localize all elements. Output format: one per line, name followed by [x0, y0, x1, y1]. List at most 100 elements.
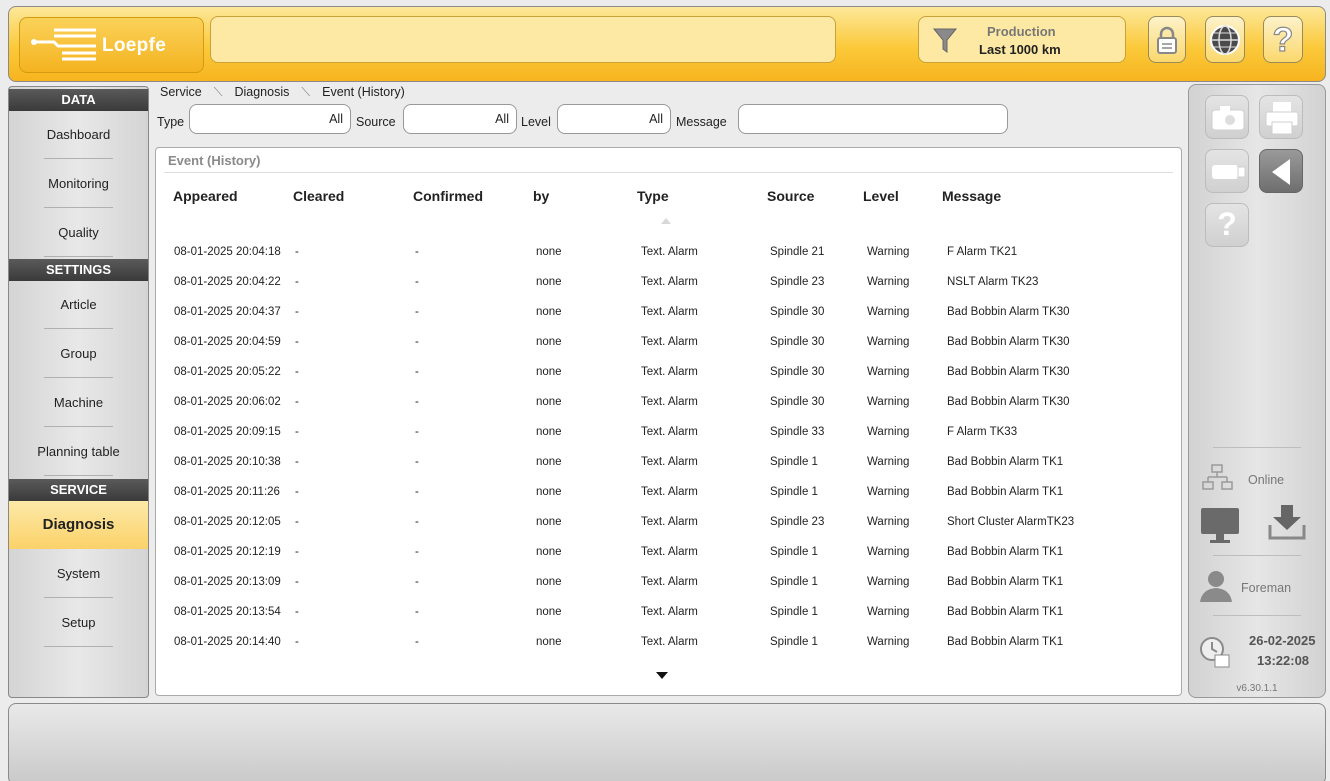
type-filter-select[interactable]: All — [189, 104, 351, 134]
sidebar-item-machine[interactable]: Machine — [9, 379, 148, 427]
cell-by: none — [536, 276, 562, 288]
table-row[interactable]: 08-01-2025 20:11:26 - - none Text. Alarm Spin… — [156, 477, 1181, 507]
cell-type: Text. Alarm — [641, 246, 698, 258]
table-row[interactable]: 08-01-2025 20:04:18 - - none Text. Alarm Spin… — [156, 237, 1181, 267]
table-row[interactable]: 08-01-2025 20:06:02 - - none Text. Alarm Spin… — [156, 387, 1181, 417]
cell-level: Warning — [867, 516, 910, 528]
loepfe-logo: Loepfe — [19, 17, 204, 73]
cell-level: Warning — [867, 456, 910, 468]
table-row[interactable]: 08-01-2025 20:04:59 - - none Text. Alarm Spin… — [156, 327, 1181, 357]
level-filter-select[interactable]: All — [557, 104, 671, 134]
table-row[interactable]: 08-01-2025 20:09:15 - - none Text. Alarm Spin… — [156, 417, 1181, 447]
sidebar-item-diagnosis[interactable]: Diagnosis — [9, 501, 148, 549]
table-row[interactable]: 08-01-2025 20:12:19 - - none Text. Alarm Spin… — [156, 537, 1181, 567]
column-header-confirmed[interactable]: Confirmed — [413, 188, 483, 204]
cell-appeared: 08-01-2025 20:11:26 — [174, 486, 280, 498]
column-header-message[interactable]: Message — [942, 188, 1001, 204]
panel-title: Event (History) — [168, 153, 261, 168]
table-row[interactable]: 08-01-2025 20:04:37 - - none Text. Alarm Spin… — [156, 297, 1181, 327]
sidebar-item-group[interactable]: Group — [9, 330, 148, 378]
cell-by: none — [536, 606, 562, 618]
cell-message: Bad Bobbin Alarm TK1 — [947, 456, 1064, 468]
table-row[interactable]: 08-01-2025 20:05:22 - - none Text. Alarm Spin… — [156, 357, 1181, 387]
column-header-source[interactable]: Source — [767, 188, 814, 204]
sidebar-item-article[interactable]: Article — [9, 281, 148, 329]
cell-by: none — [536, 636, 562, 648]
sidebar-item-dashboard[interactable]: Dashboard — [9, 111, 148, 159]
context-help-button[interactable]: ? — [1205, 203, 1249, 247]
camera-icon — [1211, 106, 1245, 131]
cell-appeared: 08-01-2025 20:04:18 — [174, 246, 281, 258]
screenshot-button[interactable] — [1205, 95, 1249, 139]
cell-level: Warning — [867, 306, 910, 318]
cell-type: Text. Alarm — [641, 426, 698, 438]
cell-type: Text. Alarm — [641, 516, 698, 528]
table-row[interactable]: 08-01-2025 20:14:40 - - none Text. Alarm Spin… — [156, 627, 1181, 657]
status-message-field — [210, 16, 836, 63]
panel-divider — [1213, 555, 1301, 556]
current-time: 13:22:08 — [1257, 653, 1310, 668]
table-row[interactable]: 08-01-2025 20:12:05 - - none Text. Alarm Spin… — [156, 507, 1181, 537]
cell-type: Text. Alarm — [641, 576, 698, 588]
monitor-icon[interactable] — [1199, 505, 1241, 545]
cell-confirmed: - — [415, 306, 419, 318]
breadcrumb-diagnosis[interactable]: Diagnosis — [234, 85, 289, 100]
clock-calendar-icon — [1200, 637, 1230, 668]
sidebar-item-planning-table[interactable]: Planning table — [9, 428, 148, 476]
language-button[interactable] — [1205, 16, 1245, 63]
cell-by: none — [536, 306, 562, 318]
table-row[interactable]: 08-01-2025 20:04:22 - - none Text. Alarm Spin… — [156, 267, 1181, 297]
scroll-down-icon[interactable] — [656, 672, 668, 679]
column-header-cleared[interactable]: Cleared — [293, 188, 344, 204]
column-header-level[interactable]: Level — [863, 188, 899, 204]
table-row[interactable]: 08-01-2025 20:10:38 - - none Text. Alarm Spin… — [156, 447, 1181, 477]
sidebar-item-monitoring[interactable]: Monitoring — [9, 160, 148, 208]
column-header-by[interactable]: by — [533, 188, 549, 204]
user-role[interactable]: Foreman — [1241, 581, 1291, 595]
cell-source: Spindle 1 — [770, 636, 818, 648]
cell-level: Warning — [867, 336, 910, 348]
sidebar-item-quality[interactable]: Quality — [9, 209, 148, 257]
table-row[interactable]: 08-01-2025 20:13:09 - - none Text. Alarm Spin… — [156, 567, 1181, 597]
cell-confirmed: - — [415, 516, 419, 528]
nav-section-data: DATA — [9, 89, 148, 111]
cell-appeared: 08-01-2025 20:10:38 — [174, 456, 281, 468]
lock-button[interactable] — [1148, 16, 1186, 63]
cell-message: Bad Bobbin Alarm TK30 — [947, 306, 1070, 318]
cell-source: Spindle 21 — [770, 246, 825, 258]
help-button[interactable]: ? — [1263, 16, 1303, 63]
sidebar-item-setup[interactable]: Setup — [9, 599, 148, 647]
cell-level: Warning — [867, 606, 910, 618]
sidebar-item-system[interactable]: System — [9, 550, 148, 598]
production-filter-button[interactable]: Production Last 1000 km — [918, 16, 1126, 63]
cell-appeared: 08-01-2025 20:05:22 — [174, 366, 281, 378]
cell-appeared: 08-01-2025 20:06:02 — [174, 396, 281, 408]
column-header-type[interactable]: Type — [637, 188, 669, 204]
cell-type: Text. Alarm — [641, 396, 698, 408]
print-button[interactable] — [1259, 95, 1303, 139]
cell-source: Spindle 1 — [770, 486, 818, 498]
footer-bar — [8, 703, 1326, 781]
cell-source: Spindle 30 — [770, 336, 825, 348]
breadcrumb-service[interactable]: Service — [160, 85, 202, 100]
cell-type: Text. Alarm — [641, 276, 698, 288]
column-header-appeared[interactable]: Appeared — [173, 188, 238, 204]
cell-by: none — [536, 396, 562, 408]
cell-cleared: - — [295, 366, 299, 378]
cell-message: Bad Bobbin Alarm TK1 — [947, 486, 1064, 498]
back-button[interactable] — [1259, 149, 1303, 193]
cell-confirmed: - — [415, 396, 419, 408]
usb-export-button[interactable] — [1205, 149, 1249, 193]
cell-message: Bad Bobbin Alarm TK1 — [947, 546, 1064, 558]
message-filter-input[interactable] — [738, 104, 1008, 134]
printer-icon — [1265, 102, 1299, 135]
download-icon[interactable] — [1267, 503, 1307, 541]
usb-icon — [1212, 165, 1246, 179]
source-filter-select[interactable]: All — [403, 104, 517, 134]
source-filter-label: Source — [356, 115, 396, 129]
cell-source: Spindle 30 — [770, 366, 825, 378]
cell-type: Text. Alarm — [641, 486, 698, 498]
lock-icon — [1157, 26, 1177, 54]
table-row[interactable]: 08-01-2025 20:13:54 - - none Text. Alarm Spin… — [156, 597, 1181, 627]
cell-message: Bad Bobbin Alarm TK1 — [947, 606, 1064, 618]
